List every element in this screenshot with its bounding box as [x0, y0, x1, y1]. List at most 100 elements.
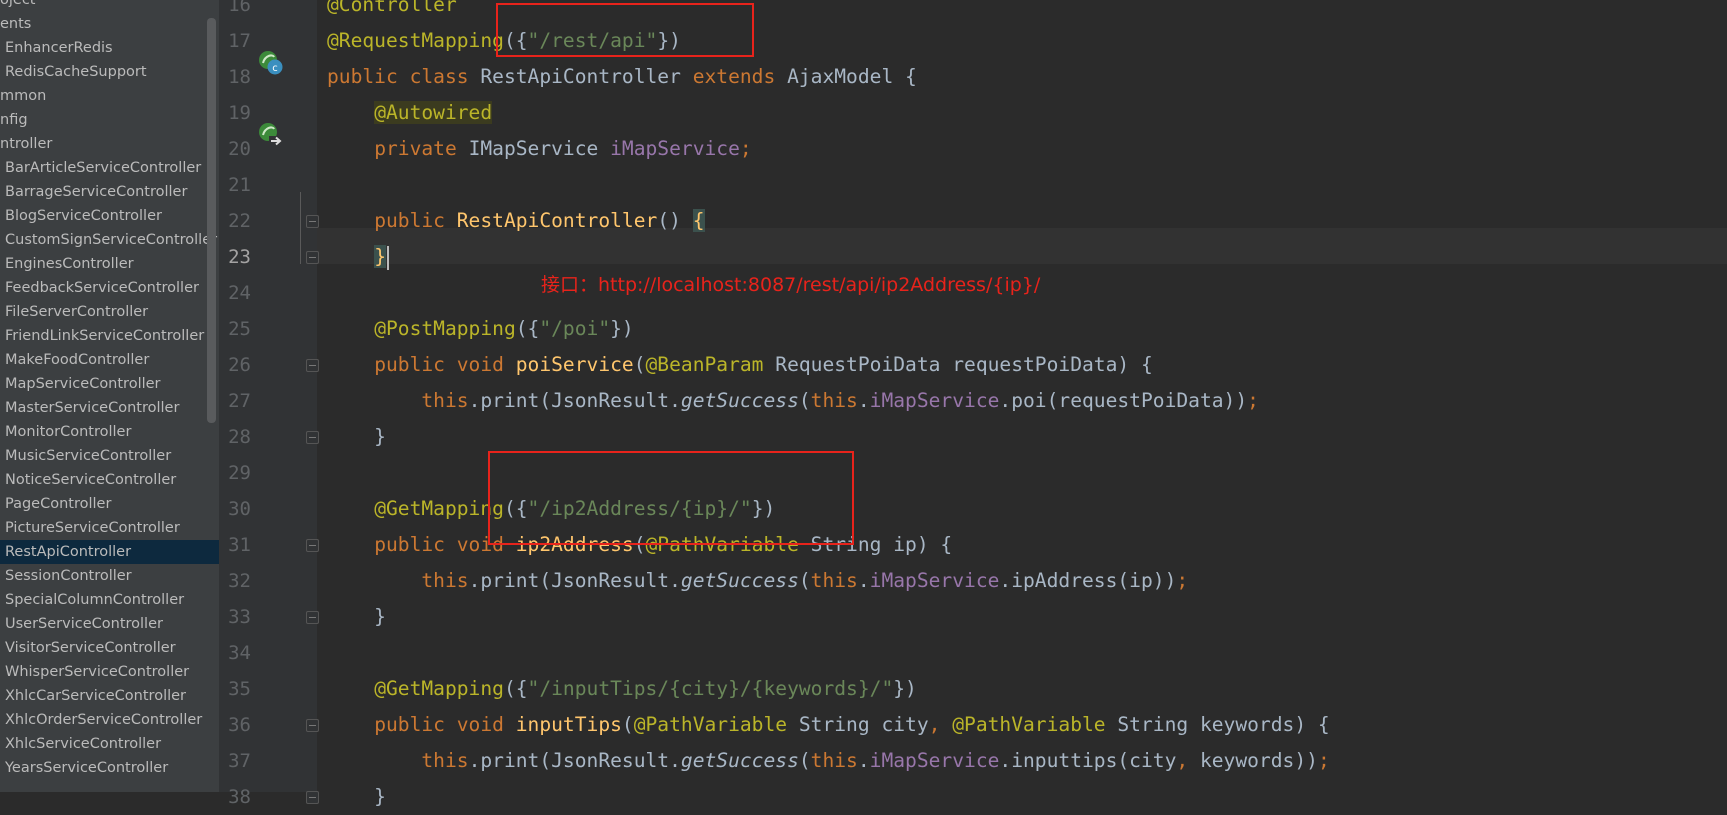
- tree-item[interactable]: VisitorServiceController: [0, 636, 219, 660]
- tree-item[interactable]: mmon: [0, 84, 219, 108]
- tree-item[interactable]: BarrageServiceController: [0, 180, 219, 204]
- code-token: ;: [1317, 749, 1330, 772]
- fold-marker-icon[interactable]: [306, 251, 319, 264]
- code-line[interactable]: }: [327, 779, 386, 815]
- tree-item[interactable]: ntroller: [0, 132, 219, 156]
- tree-item[interactable]: YearsServiceController: [0, 756, 219, 780]
- tree-item[interactable]: NoticeServiceController: [0, 468, 219, 492]
- code-token: .print(JsonResult.: [468, 749, 681, 772]
- tree-item[interactable]: RedisCacheSupport: [0, 60, 219, 84]
- fold-marker-icon[interactable]: [306, 539, 319, 552]
- tree-item-label: mmon: [0, 88, 47, 104]
- code-line[interactable]: this.print(JsonResult.getSuccess(this.iM…: [327, 383, 1259, 419]
- code-line[interactable]: public void poiService(@BeanParam Reques…: [327, 347, 1153, 383]
- fold-marker-icon[interactable]: [306, 719, 319, 732]
- tree-item-label: RestApiController: [5, 544, 132, 560]
- fold-marker-icon[interactable]: [306, 215, 319, 228]
- tree-item[interactable]: ents: [0, 12, 219, 36]
- line-number: 37: [228, 750, 251, 772]
- tree-item[interactable]: MonitorController: [0, 420, 219, 444]
- code-token: this: [810, 389, 858, 412]
- code-token: poiService: [515, 353, 634, 376]
- tree-item[interactable]: nfig: [0, 108, 219, 132]
- code-line[interactable]: public void inputTips(@PathVariable Stri…: [327, 707, 1330, 743]
- tree-item[interactable]: BarArticleServiceController: [0, 156, 219, 180]
- code-line[interactable]: @PostMapping({"/poi"}): [327, 311, 634, 347]
- tree-item-label: ntroller: [0, 136, 53, 152]
- code-token: AjaxModel {: [787, 65, 917, 88]
- tree-item[interactable]: MusicServiceController: [0, 444, 219, 468]
- project-tree-scrollbar[interactable]: [207, 18, 216, 423]
- code-line[interactable]: }: [327, 419, 386, 455]
- code-line[interactable]: }: [327, 239, 389, 275]
- tree-item-label: BarrageServiceController: [5, 184, 188, 200]
- code-line[interactable]: }: [327, 599, 386, 635]
- tree-item[interactable]: FeedbackServiceController: [0, 276, 219, 300]
- fold-marker-icon[interactable]: [306, 611, 319, 624]
- code-token: .: [857, 749, 870, 772]
- tree-item[interactable]: EnginesController: [0, 252, 219, 276]
- tree-item[interactable]: SessionController: [0, 564, 219, 588]
- tree-item[interactable]: WhisperServiceController: [0, 660, 219, 684]
- line-number: 27: [228, 390, 251, 412]
- code-token: String city: [798, 713, 929, 736]
- code-line[interactable]: public RestApiController() {: [327, 203, 705, 239]
- fold-marker-icon[interactable]: [306, 431, 319, 444]
- tree-item-label: EnginesController: [5, 256, 134, 272]
- code-token: @GetMapping: [374, 497, 504, 520]
- code-token: @PathVariable: [952, 713, 1118, 736]
- tree-item-label: SpecialColumnController: [5, 592, 185, 608]
- code-line[interactable]: this.print(JsonResult.getSuccess(this.iM…: [327, 563, 1188, 599]
- tree-item-label: PictureServiceController: [5, 520, 180, 536]
- code-token: this: [421, 749, 469, 772]
- tree-item[interactable]: PageController: [0, 492, 219, 516]
- tree-item[interactable]: XhlcServiceController: [0, 732, 219, 756]
- line-number: 22: [228, 210, 251, 232]
- tree-item[interactable]: BlogServiceController: [0, 204, 219, 228]
- fold-marker-icon[interactable]: [306, 359, 319, 372]
- tree-item[interactable]: UserServiceController: [0, 612, 219, 636]
- line-number: 19: [228, 102, 251, 124]
- tree-item[interactable]: MakeFoodController: [0, 348, 219, 372]
- line-number: 33: [228, 606, 251, 628]
- code-token: public void: [374, 713, 516, 736]
- code-line[interactable]: public class RestApiController extends A…: [327, 59, 917, 95]
- tree-item[interactable]: SpecialColumnController: [0, 588, 219, 612]
- code-token: .print(JsonResult.: [468, 389, 681, 412]
- code-line[interactable]: @Controller: [327, 0, 457, 23]
- code-line[interactable]: private IMapService iMapService;: [327, 131, 752, 167]
- tree-item[interactable]: XhlcCarServiceController: [0, 684, 219, 708]
- line-number: 34: [228, 642, 251, 664]
- ip2address-highlight-box: [488, 451, 854, 545]
- tree-item[interactable]: MapServiceController: [0, 372, 219, 396]
- autowired-navigate-icon[interactable]: [258, 122, 284, 148]
- code-line[interactable]: @Autowired: [327, 95, 493, 131]
- line-number: 24: [228, 282, 251, 304]
- tree-item[interactable]: FileServerController: [0, 300, 219, 324]
- line-number: 28: [228, 426, 251, 448]
- code-token: this: [810, 569, 858, 592]
- tree-item[interactable]: MasterServiceController: [0, 396, 219, 420]
- code-token: .poi(requestPoiData)): [999, 389, 1248, 412]
- tree-item[interactable]: PictureServiceController: [0, 516, 219, 540]
- tree-item-label: PageController: [5, 496, 112, 512]
- code-line[interactable]: @GetMapping({"/inputTips/{city}/{keyword…: [327, 671, 917, 707]
- tree-item[interactable]: CustomSignServiceController: [0, 228, 219, 252]
- tree-item[interactable]: RestApiController: [0, 540, 219, 564]
- code-line[interactable]: this.print(JsonResult.getSuccess(this.iM…: [327, 743, 1330, 779]
- implemented-spring-bean-icon[interactable]: c: [258, 50, 284, 76]
- tree-item[interactable]: FriendLinkServiceController: [0, 324, 219, 348]
- tree-item[interactable]: EnhancerRedis: [0, 36, 219, 60]
- tree-item[interactable]: oject: [0, 0, 219, 12]
- code-token: }: [327, 605, 386, 628]
- tree-item[interactable]: XhlcOrderServiceController: [0, 708, 219, 732]
- code-token: (: [633, 353, 646, 376]
- fold-marker-icon[interactable]: [306, 791, 319, 804]
- tree-item-label: MonitorController: [5, 424, 132, 440]
- project-tree[interactable]: oject ents EnhancerRedis RedisCacheSupport m…: [0, 0, 219, 792]
- code-token: }): [610, 317, 634, 340]
- tree-item-label: MakeFoodController: [5, 352, 150, 368]
